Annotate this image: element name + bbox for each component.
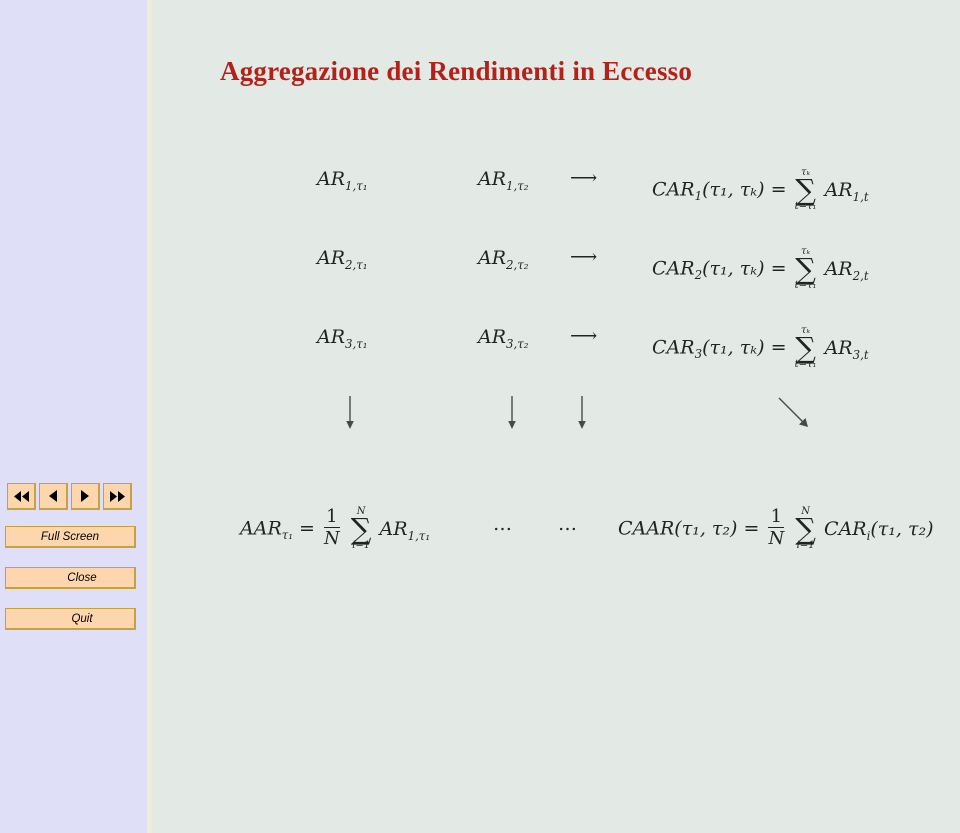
row3-long-right-arrow-icon: ⟶ — [570, 325, 598, 347]
last-slide-button[interactable] — [103, 483, 132, 510]
slide-content-area: Aggregazione dei Rendimenti in Eccesso A… — [152, 0, 960, 833]
down-arrow-2-icon — [506, 396, 518, 435]
next-slide-button[interactable] — [71, 483, 100, 510]
page-title: Aggregazione dei Rendimenti in Eccesso — [220, 56, 693, 86]
row3-ar-tau1: AR3,τ₁ — [317, 326, 368, 351]
row1-car-definition: CAR1(τ₁, τₖ) = τₖ ∑ t=τ₁ AR1,t — [652, 167, 869, 213]
double-right-arrow-icon — [109, 490, 126, 502]
down-arrow-1-icon — [344, 396, 356, 435]
row2-ar-tau1: AR2,τ₁ — [317, 247, 368, 272]
caar-definition: CAAR(τ₁, τ₂) = 1 N N ∑ i=1 CARi(τ₁, τ₂) — [618, 506, 934, 552]
row1-ar-tau1: AR1,τ₁ — [317, 168, 368, 193]
close-button[interactable]: Close — [5, 567, 136, 589]
previous-slide-button[interactable] — [39, 483, 68, 510]
row1-ar-tau2: AR1,τ₂ — [478, 168, 529, 193]
caar-one-over-n: 1 N — [768, 506, 785, 549]
first-slide-button[interactable] — [7, 483, 36, 510]
diagonal-arrow-icon — [777, 396, 811, 435]
right-arrow-icon — [80, 490, 90, 502]
down-arrow-3-icon — [576, 396, 588, 435]
full-screen-button[interactable]: Full Screen — [5, 526, 136, 548]
aar-summation: N ∑ i=1 — [350, 506, 372, 552]
navigation-panel: Full Screen Close Quit — [0, 0, 152, 833]
aar-definition: AARτ₁ = 1 N N ∑ i=1 AR1,τ₁ — [240, 506, 431, 552]
row3-summation: τₖ ∑ t=τ₁ — [794, 325, 817, 371]
row2-car-definition: CAR2(τ₁, τₖ) = τₖ ∑ t=τ₁ AR2,t — [652, 246, 869, 292]
row3-car-definition: CAR3(τ₁, τₖ) = τₖ ∑ t=τ₁ AR3,t — [652, 325, 869, 371]
quit-button[interactable]: Quit — [5, 608, 136, 630]
row2-long-right-arrow-icon: ⟶ — [570, 246, 598, 268]
aar-one-over-n: 1 N — [324, 506, 340, 549]
row3-ar-tau2: AR3,τ₂ — [478, 326, 529, 351]
ellipsis-1: … — [493, 513, 514, 535]
row1-summation: τₖ ∑ t=τ₁ — [794, 167, 817, 213]
row2-summation: τₖ ∑ t=τ₁ — [794, 246, 817, 292]
caar-summation: N ∑ i=1 — [795, 506, 816, 552]
ellipsis-2: … — [558, 513, 579, 535]
row1-long-right-arrow-icon: ⟶ — [570, 167, 598, 189]
left-arrow-icon — [48, 490, 58, 502]
row2-ar-tau2: AR2,τ₂ — [478, 247, 529, 272]
double-left-arrow-icon — [13, 490, 30, 502]
